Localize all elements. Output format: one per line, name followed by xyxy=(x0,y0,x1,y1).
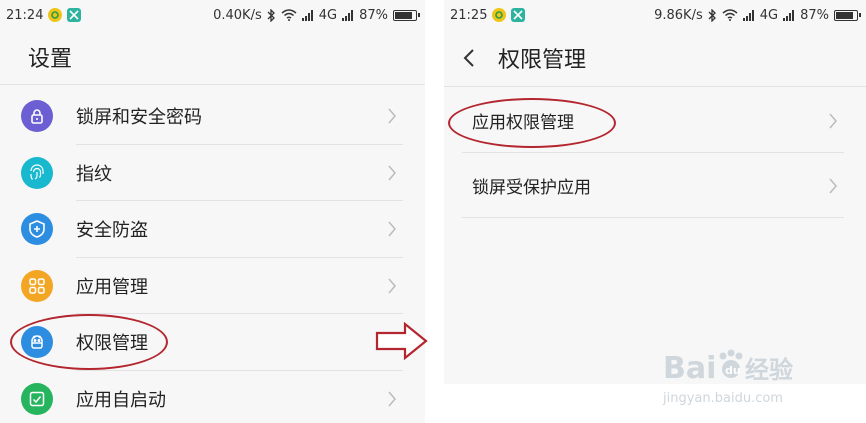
watermark-brand-du: du xyxy=(725,364,741,377)
settings-item-label: 锁屏和安全密码 xyxy=(76,107,202,129)
permission-item-label: 应用权限管理 xyxy=(472,113,574,133)
watermark-brand: Bai xyxy=(663,351,716,386)
header: 权限管理 xyxy=(444,30,866,87)
settings-list: 锁屏和安全密码 指纹 安全防盗 应用管理 权限管理 应用自启动 xyxy=(0,88,425,423)
settings-item-permission-management[interactable]: 权限管理 xyxy=(0,314,425,371)
settings-item-label: 指纹 xyxy=(76,163,112,185)
settings-item-label: 应用自启动 xyxy=(76,389,166,411)
chevron-right-icon xyxy=(388,221,396,237)
arrow-right-icon xyxy=(375,322,428,360)
app-notification-icon xyxy=(48,8,63,22)
settings-item-label: 安全防盗 xyxy=(76,220,148,242)
android-icon xyxy=(21,326,53,359)
page-title: 权限管理 xyxy=(498,48,587,73)
app-grid-notification-icon xyxy=(511,8,526,22)
settings-item-app-management[interactable]: 应用管理 xyxy=(0,258,425,314)
lock-icon xyxy=(21,100,53,133)
chevron-right-icon xyxy=(829,113,837,128)
signal-icon xyxy=(342,9,354,21)
battery-percent: 87% xyxy=(800,7,829,23)
shield-icon xyxy=(21,213,53,246)
fingerprint-icon xyxy=(21,156,53,189)
settings-item-fingerprint[interactable]: 指纹 xyxy=(0,145,425,201)
permission-item-app-permissions[interactable]: 应用权限管理 xyxy=(444,88,866,153)
permission-item-lockscreen-protected-apps[interactable]: 锁屏受保护应用 xyxy=(444,153,866,218)
app-grid-notification-icon xyxy=(67,8,82,22)
signal-icon xyxy=(742,9,754,21)
wifi-icon xyxy=(281,9,297,21)
app-notification-icon xyxy=(492,8,507,22)
watermark-url: jingyan.baidu.com xyxy=(662,391,783,406)
permission-management-screen: 21:25 9.86K/s 4G 87% 权限管理 应用权限管理 锁屏受保护应用 xyxy=(444,0,866,384)
page-title: 设置 xyxy=(28,47,73,72)
network-speed: 9.86K/s xyxy=(654,7,703,23)
battery-percent: 87% xyxy=(359,7,388,23)
wifi-icon xyxy=(722,9,738,21)
settings-item-lock-screen[interactable]: 锁屏和安全密码 xyxy=(0,88,425,145)
chevron-right-icon xyxy=(388,108,396,124)
permission-item-label: 锁屏受保护应用 xyxy=(472,178,591,198)
status-bar: 21:25 9.86K/s 4G 87% xyxy=(444,0,866,30)
watermark-suffix: 经验 xyxy=(745,356,793,384)
settings-item-label: 应用管理 xyxy=(76,276,148,298)
baidu-jingyan-watermark: Bai du 经验 jingyan.baidu.com xyxy=(662,349,793,406)
settings-item-label: 权限管理 xyxy=(76,333,148,355)
status-time: 21:24 xyxy=(6,7,44,23)
chevron-left-icon xyxy=(463,49,474,67)
header: 设置 xyxy=(0,30,425,85)
chevron-right-icon xyxy=(388,391,396,407)
network-type: 4G xyxy=(759,7,779,23)
chevron-right-icon xyxy=(829,178,837,193)
bluetooth-icon xyxy=(708,8,716,22)
check-icon xyxy=(21,382,53,415)
permission-list: 应用权限管理 锁屏受保护应用 xyxy=(444,88,866,218)
chevron-right-icon xyxy=(388,165,396,181)
status-time: 21:25 xyxy=(450,7,488,23)
battery-icon xyxy=(834,9,861,21)
bluetooth-icon xyxy=(267,8,275,22)
status-bar: 21:24 0.40K/s 4G 87% xyxy=(0,0,425,30)
signal-icon xyxy=(783,9,795,21)
chevron-right-icon xyxy=(388,278,396,294)
settings-item-anti-theft[interactable]: 安全防盗 xyxy=(0,201,425,258)
network-speed: 0.40K/s xyxy=(213,7,262,23)
grid-icon xyxy=(21,269,53,302)
battery-icon xyxy=(393,9,420,21)
signal-icon xyxy=(301,9,313,21)
settings-screen: 21:24 0.40K/s 4G 87% 设置 锁屏和安全密码 指纹 安全防盗 … xyxy=(0,0,425,423)
network-type: 4G xyxy=(318,7,338,23)
divider xyxy=(462,217,844,218)
settings-item-auto-start[interactable]: 应用自启动 xyxy=(0,371,425,423)
back-button[interactable] xyxy=(462,47,482,69)
paw-icon: du xyxy=(719,349,743,378)
